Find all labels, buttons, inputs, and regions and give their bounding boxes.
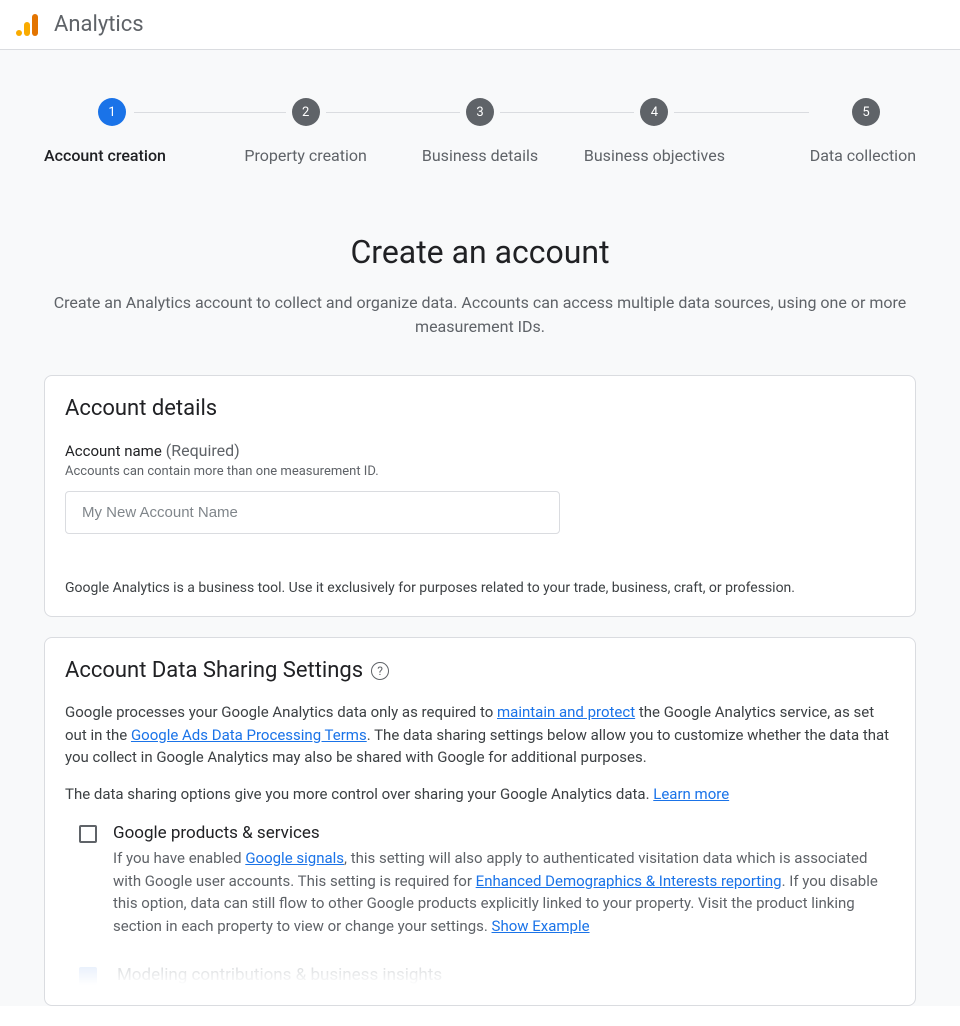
analytics-logo-icon: [16, 14, 38, 36]
checkbox-modeling[interactable]: [79, 967, 97, 985]
step-property-creation[interactable]: 2 Property creation: [218, 98, 392, 165]
account-name-field: Account name (Required): [65, 441, 895, 460]
step-number: 5: [852, 98, 880, 126]
sharing-title: Account Data Sharing Settings: [65, 658, 363, 683]
step-label: Account creation: [44, 146, 166, 165]
content-area: 1 Account creation 2 Property creation 3…: [0, 50, 960, 1006]
step-label: Business objectives: [584, 146, 725, 165]
learn-more-link[interactable]: Learn more: [653, 785, 729, 803]
step-number: 3: [466, 98, 494, 126]
account-details-card: Account details Account name (Required) …: [44, 375, 916, 617]
step-business-objectives[interactable]: 4 Business objectives: [567, 98, 741, 165]
help-icon[interactable]: ?: [371, 662, 389, 680]
option-modeling-contributions: Modeling contributions & business insigh…: [65, 965, 895, 985]
checkbox-google-products[interactable]: [79, 825, 97, 843]
show-example-link[interactable]: Show Example: [492, 917, 590, 935]
field-required: (Required): [166, 441, 240, 460]
option-description: If you have enabled Google signals, this…: [113, 847, 895, 937]
product-name: Analytics: [54, 12, 144, 37]
step-label: Data collection: [810, 146, 916, 165]
maintain-protect-link[interactable]: maintain and protect: [497, 703, 635, 721]
card-title: Account details: [65, 396, 895, 421]
google-signals-link[interactable]: Google signals: [245, 849, 344, 867]
enhanced-demographics-link[interactable]: Enhanced Demographics & Interests report…: [476, 872, 782, 890]
step-data-collection[interactable]: 5 Data collection: [742, 98, 916, 165]
sharing-description-1: Google processes your Google Analytics d…: [65, 701, 895, 769]
page-subtitle: Create an Analytics account to collect a…: [50, 291, 910, 339]
option-title: Modeling contributions & business insigh…: [117, 965, 442, 985]
setup-stepper: 1 Account creation 2 Property creation 3…: [0, 50, 960, 189]
step-number: 4: [640, 98, 668, 126]
processing-terms-link[interactable]: Google Ads Data Processing Terms: [131, 726, 367, 744]
account-name-input[interactable]: [65, 491, 560, 534]
app-header: Analytics: [0, 0, 960, 50]
page-title: Create an account: [0, 233, 960, 271]
option-google-products: Google products & services If you have e…: [65, 823, 895, 937]
sharing-description-2: The data sharing options give you more c…: [65, 783, 895, 806]
step-label: Business details: [422, 146, 538, 165]
data-sharing-card: Account Data Sharing Settings ? Google p…: [44, 637, 916, 1006]
step-number: 1: [98, 98, 126, 126]
option-title: Google products & services: [113, 823, 895, 843]
step-number: 2: [292, 98, 320, 126]
field-label: Account name: [65, 442, 162, 460]
step-label: Property creation: [244, 146, 366, 165]
field-hint: Accounts can contain more than one measu…: [65, 464, 895, 479]
step-business-details[interactable]: 3 Business details: [393, 98, 567, 165]
business-disclaimer: Google Analytics is a business tool. Use…: [65, 580, 895, 596]
step-account-creation[interactable]: 1 Account creation: [44, 98, 218, 165]
